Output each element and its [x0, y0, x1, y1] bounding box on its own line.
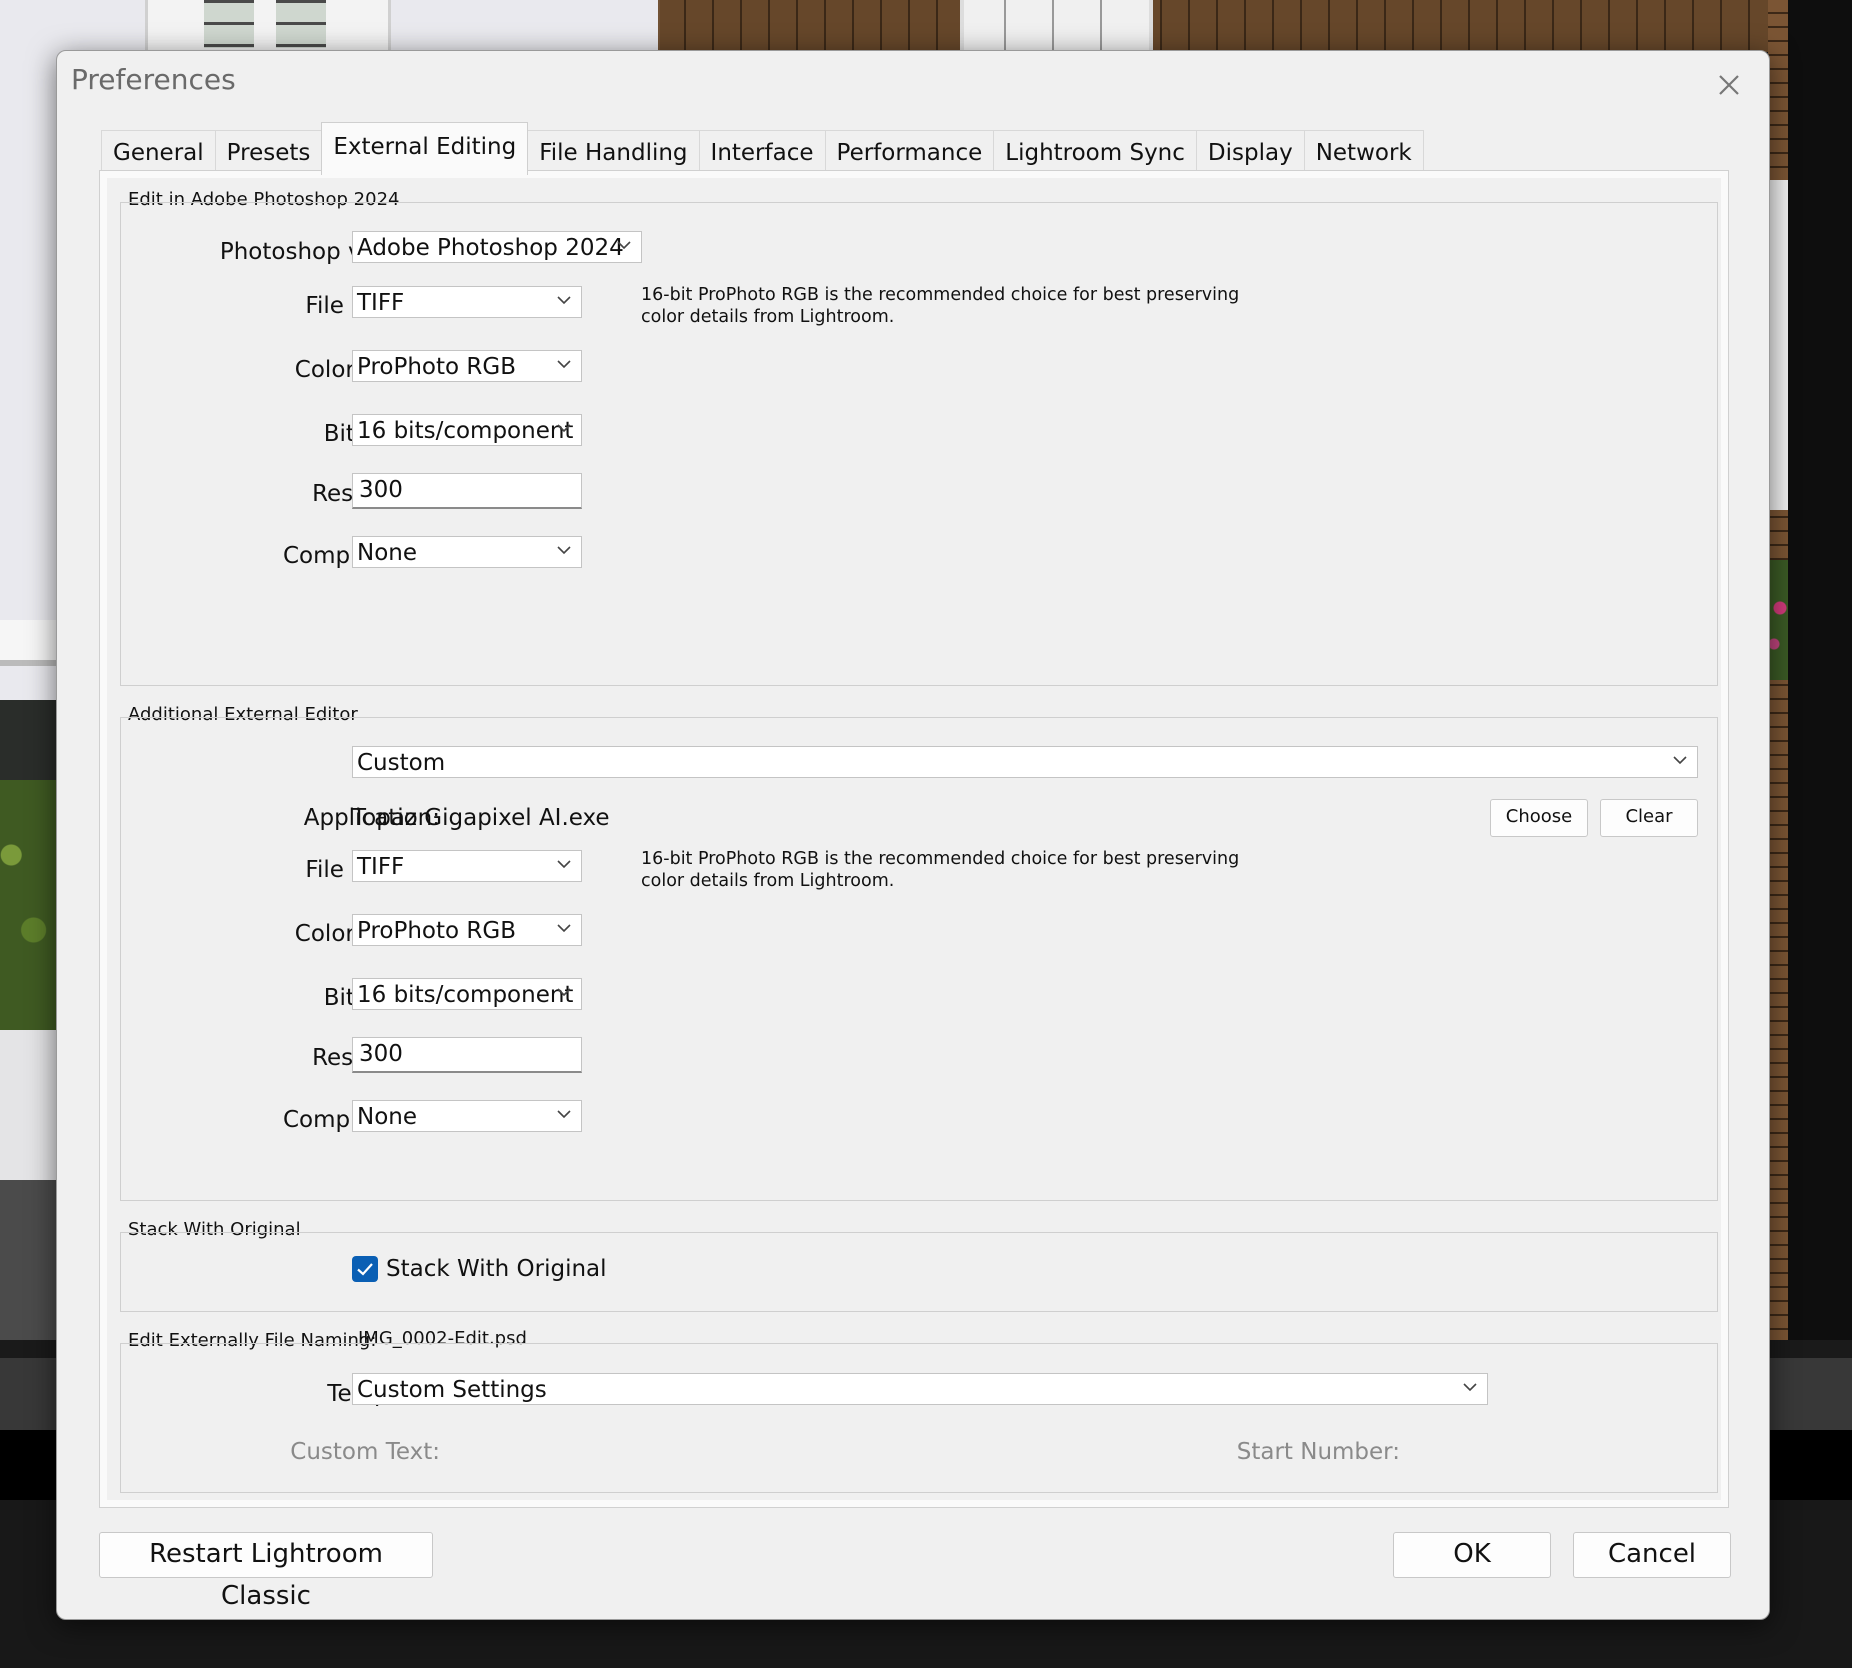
- chevron-down-icon: [557, 360, 571, 369]
- tab-general[interactable]: General: [101, 130, 216, 175]
- background-ledge: [0, 620, 56, 666]
- tab-external-editing[interactable]: External Editing: [321, 122, 529, 175]
- ps-compression-value: None: [357, 540, 418, 566]
- chevron-down-icon: [1463, 1383, 1477, 1392]
- ps-compression-select[interactable]: None: [352, 536, 582, 568]
- tab-interface[interactable]: Interface: [698, 130, 826, 175]
- start-number-label: Start Number:: [1236, 1439, 1400, 1465]
- chevron-down-icon: [557, 924, 571, 933]
- tab-lightroom-sync[interactable]: Lightroom Sync: [993, 130, 1197, 175]
- ps-color-space-value: ProPhoto RGB: [357, 354, 516, 380]
- ae-bit-depth-value: 16 bits/component: [357, 982, 574, 1008]
- chevron-down-icon: [557, 1110, 571, 1119]
- template-value: Custom Settings: [357, 1377, 547, 1403]
- ae-bit-depth-select[interactable]: 16 bits/component: [352, 978, 582, 1010]
- ae-color-space-value: ProPhoto RGB: [357, 918, 516, 944]
- ok-button[interactable]: OK: [1393, 1532, 1551, 1578]
- background-brick: [658, 0, 1788, 52]
- photoshop-version-select[interactable]: Adobe Photoshop 2024: [352, 231, 642, 263]
- background-window: [960, 0, 1153, 52]
- ae-file-format-value: TIFF: [357, 854, 405, 880]
- ps-file-format-value: TIFF: [357, 290, 405, 316]
- external-editing-panel: Edit in Adobe Photoshop 2024 Photoshop v…: [99, 170, 1729, 1508]
- ae-color-space-select[interactable]: ProPhoto RGB: [352, 914, 582, 946]
- tab-file-handling[interactable]: File Handling: [527, 130, 700, 175]
- ps-resolution-input[interactable]: 300: [352, 473, 582, 509]
- stack-with-original-checkbox[interactable]: [352, 1256, 378, 1282]
- ae-file-format-select[interactable]: TIFF: [352, 850, 582, 882]
- chevron-down-icon: [557, 546, 571, 555]
- chevron-down-icon: [617, 241, 631, 250]
- background-window: [145, 0, 391, 55]
- background-window: [1768, 180, 1788, 510]
- chevron-down-icon: [1673, 756, 1687, 765]
- checkmark-icon: [357, 1263, 373, 1276]
- clear-button[interactable]: Clear: [1600, 799, 1698, 837]
- tab-network[interactable]: Network: [1303, 130, 1424, 175]
- template-select[interactable]: Custom Settings: [352, 1373, 1488, 1405]
- choose-button[interactable]: Choose: [1490, 799, 1588, 837]
- chevron-down-icon: [557, 424, 571, 433]
- ae-resolution-input[interactable]: 300: [352, 1037, 582, 1073]
- preferences-dialog: Preferences General Presets External Edi…: [56, 50, 1770, 1620]
- background-hedge: [0, 780, 56, 1030]
- tab-display[interactable]: Display: [1195, 130, 1305, 175]
- chevron-down-icon: [557, 860, 571, 869]
- background-edge: [1788, 0, 1852, 1340]
- ae-compression-value: None: [357, 1104, 418, 1130]
- tab-performance[interactable]: Performance: [824, 130, 995, 175]
- ps-bit-depth-select[interactable]: 16 bits/component: [352, 414, 582, 446]
- background-flowers: [1768, 560, 1788, 680]
- background-paving: [0, 1180, 56, 1340]
- ae-compression-select[interactable]: None: [352, 1100, 582, 1132]
- custom-text-label: Custom Text:: [290, 1439, 440, 1465]
- background-shadow: [0, 700, 56, 780]
- tab-presets[interactable]: Presets: [214, 130, 323, 175]
- close-icon: [1719, 75, 1739, 95]
- chevron-down-icon: [557, 988, 571, 997]
- restart-lightroom-button[interactable]: Restart Lightroom Classic: [99, 1532, 433, 1611]
- close-button[interactable]: [1709, 65, 1749, 105]
- ps-color-space-select[interactable]: ProPhoto RGB: [352, 350, 582, 382]
- dialog-title: Preferences: [71, 63, 236, 96]
- chevron-down-icon: [557, 296, 571, 305]
- tab-bar: General Presets External Editing File Ha…: [101, 122, 1424, 175]
- ps-bit-depth-value: 16 bits/component: [357, 418, 574, 444]
- cancel-button[interactable]: Cancel: [1573, 1532, 1731, 1578]
- preset-select[interactable]: Custom: [352, 746, 1698, 778]
- photoshop-version-value: Adobe Photoshop 2024: [357, 235, 624, 261]
- ps-file-format-select[interactable]: TIFF: [352, 286, 582, 318]
- ae-format-note: 16-bit ProPhoto RGB is the recommended c…: [641, 849, 1240, 891]
- preset-value: Custom: [357, 750, 446, 776]
- background-wall: [0, 1030, 56, 1180]
- application-value: Topaz Gigapixel AI.exe: [352, 805, 610, 831]
- ps-format-note: 16-bit ProPhoto RGB is the recommended c…: [641, 285, 1240, 327]
- stack-with-original-label: Stack With Original: [386, 1256, 607, 1282]
- file-naming-group: [120, 1343, 1718, 1493]
